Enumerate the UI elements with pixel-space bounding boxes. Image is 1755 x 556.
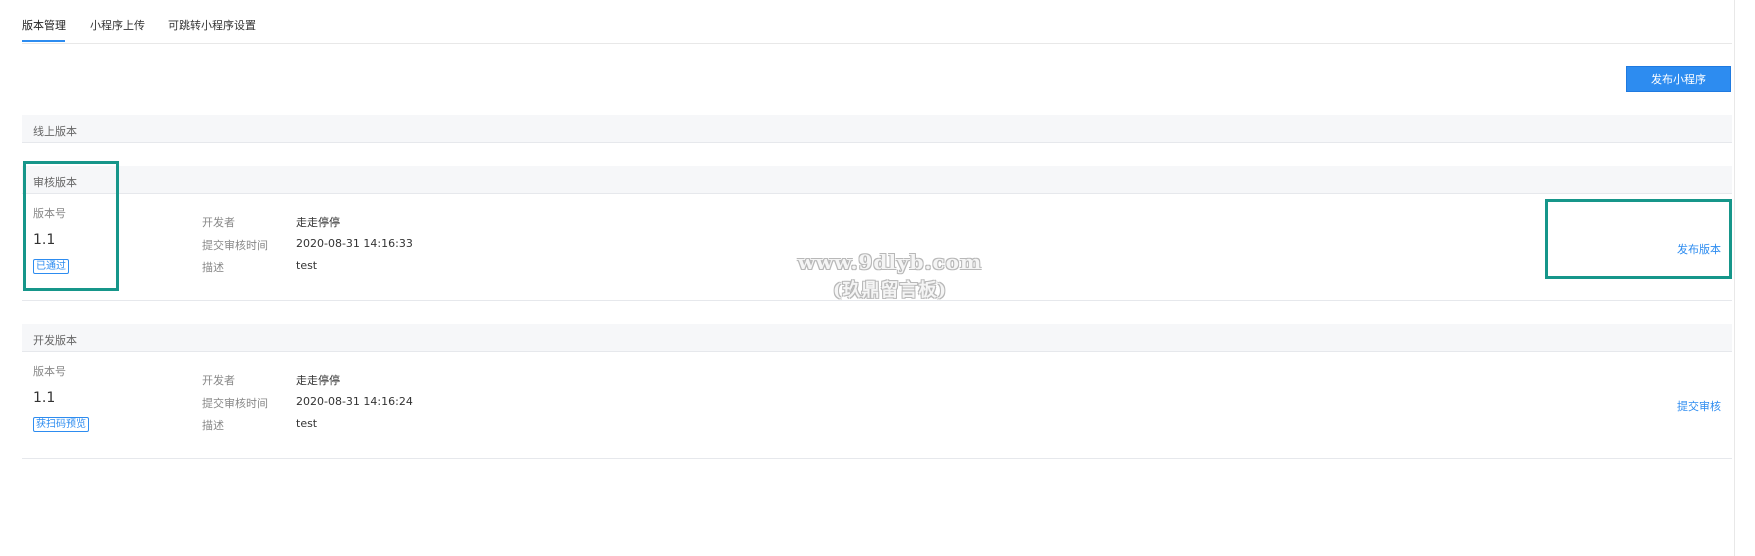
tab-jump-miniprogram-settings[interactable]: 可跳转小程序设置 (168, 17, 256, 33)
watermark-name: (玖鼎留言板) (832, 280, 948, 301)
review-developer-label: 开发者 (202, 216, 235, 229)
dev-version-number-label: 版本号 (33, 365, 66, 378)
tab-bar: 版本管理 小程序上传 可跳转小程序设置 (22, 0, 1732, 44)
publish-miniprogram-button[interactable]: 发布小程序 (1626, 66, 1731, 92)
review-version-title: 审核版本 (33, 176, 77, 189)
dev-row-divider (22, 458, 1732, 459)
online-version-title: 线上版本 (33, 125, 77, 138)
publish-version-link[interactable]: 发布版本 (1677, 241, 1721, 257)
status-badge-approved: 已通过 (33, 259, 69, 274)
review-submit-time-label: 提交审核时间 (202, 239, 268, 252)
dev-developer-label: 开发者 (202, 374, 235, 387)
review-row-divider (22, 300, 1732, 301)
dev-version-header: 开发版本 (22, 324, 1732, 352)
watermark-url: www.9dlyb.com (797, 250, 983, 274)
review-developer-value: 走走停停 (296, 216, 340, 229)
review-submit-time-value: 2020-08-31 14:16:33 (296, 237, 413, 250)
online-version-header: 线上版本 (22, 115, 1732, 143)
submit-review-link[interactable]: 提交审核 (1677, 398, 1721, 414)
dev-submit-time-value: 2020-08-31 14:16:24 (296, 395, 413, 408)
active-tab-indicator (22, 40, 65, 42)
dev-version-title: 开发版本 (33, 334, 77, 347)
watermark: www.9dlyb.com (玖鼎留言板) (770, 250, 1010, 302)
tab-version-management[interactable]: 版本管理 (22, 17, 66, 33)
dev-version-number: 1.1 (33, 390, 56, 406)
dev-description-label: 描述 (202, 419, 224, 432)
review-version-number-label: 版本号 (33, 207, 66, 220)
review-description-value: test (296, 259, 318, 272)
scan-preview-badge[interactable]: 获扫码预览 (33, 417, 89, 432)
scrollbar-track (1734, 0, 1735, 556)
tab-miniprogram-upload[interactable]: 小程序上传 (90, 17, 145, 33)
review-version-header: 审核版本 (22, 166, 1732, 194)
review-version-number: 1.1 (33, 232, 56, 248)
dev-developer-value: 走走停停 (296, 374, 340, 387)
dev-submit-time-label: 提交审核时间 (202, 397, 268, 410)
dev-description-value: test (296, 417, 318, 430)
review-description-label: 描述 (202, 261, 224, 274)
highlight-box-publish-action (1545, 199, 1732, 279)
